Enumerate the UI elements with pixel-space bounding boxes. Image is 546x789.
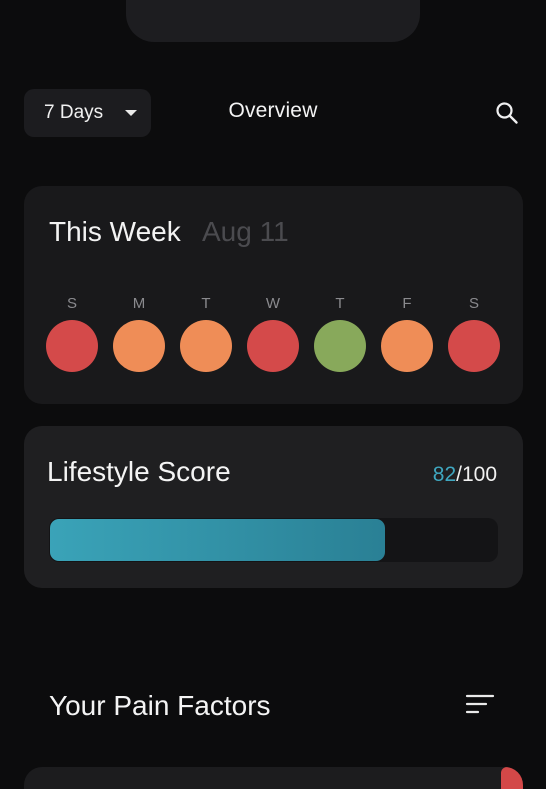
score-max: /100 bbox=[456, 463, 497, 486]
day-wednesday[interactable]: W bbox=[246, 294, 300, 372]
day-friday[interactable]: F bbox=[380, 294, 434, 372]
day-saturday[interactable]: S bbox=[447, 294, 501, 372]
score-progress-fill bbox=[50, 519, 385, 561]
day-letter: M bbox=[132, 295, 146, 312]
day-status-dot bbox=[46, 320, 98, 372]
this-week-card: This Week Aug 11 S M T W T F S bbox=[24, 186, 523, 404]
day-status-dot bbox=[314, 320, 366, 372]
pain-severity-indicator bbox=[501, 767, 523, 789]
page-title: Overview bbox=[228, 99, 318, 122]
score-number: 82 bbox=[432, 463, 457, 486]
search-button[interactable] bbox=[494, 100, 520, 126]
lifestyle-score-title: Lifestyle Score bbox=[47, 456, 231, 487]
day-letter: T bbox=[201, 295, 211, 312]
top-handle bbox=[126, 0, 420, 42]
score-progress-track bbox=[49, 518, 498, 562]
day-status-dot bbox=[247, 320, 299, 372]
day-status-dot bbox=[448, 320, 500, 372]
day-letter: S bbox=[66, 295, 77, 312]
search-icon bbox=[496, 102, 518, 124]
day-letter: S bbox=[468, 295, 479, 312]
day-status-dot bbox=[180, 320, 232, 372]
lifestyle-score-card[interactable]: Lifestyle Score 82/100 bbox=[24, 426, 523, 588]
week-title: This Week bbox=[49, 216, 181, 247]
day-tuesday[interactable]: T bbox=[179, 294, 233, 372]
day-letter: F bbox=[402, 295, 412, 312]
lifestyle-score-value: 82/100 bbox=[433, 463, 497, 487]
pain-factor-card[interactable] bbox=[24, 767, 523, 789]
day-status-dot bbox=[381, 320, 433, 372]
day-status-dot bbox=[113, 320, 165, 372]
day-sunday[interactable]: S bbox=[45, 294, 99, 372]
day-monday[interactable]: M bbox=[112, 294, 166, 372]
sort-button[interactable] bbox=[465, 693, 495, 717]
pain-factors-title: Your Pain Factors bbox=[49, 690, 271, 721]
app-screen: 7 Days Overview This Week Aug 11 S M T W… bbox=[0, 0, 546, 789]
week-date: Aug 11 bbox=[202, 216, 289, 247]
day-thursday[interactable]: T bbox=[313, 294, 367, 372]
sort-icon bbox=[465, 694, 495, 714]
day-letter: W bbox=[265, 295, 281, 312]
day-letter: T bbox=[335, 295, 345, 312]
